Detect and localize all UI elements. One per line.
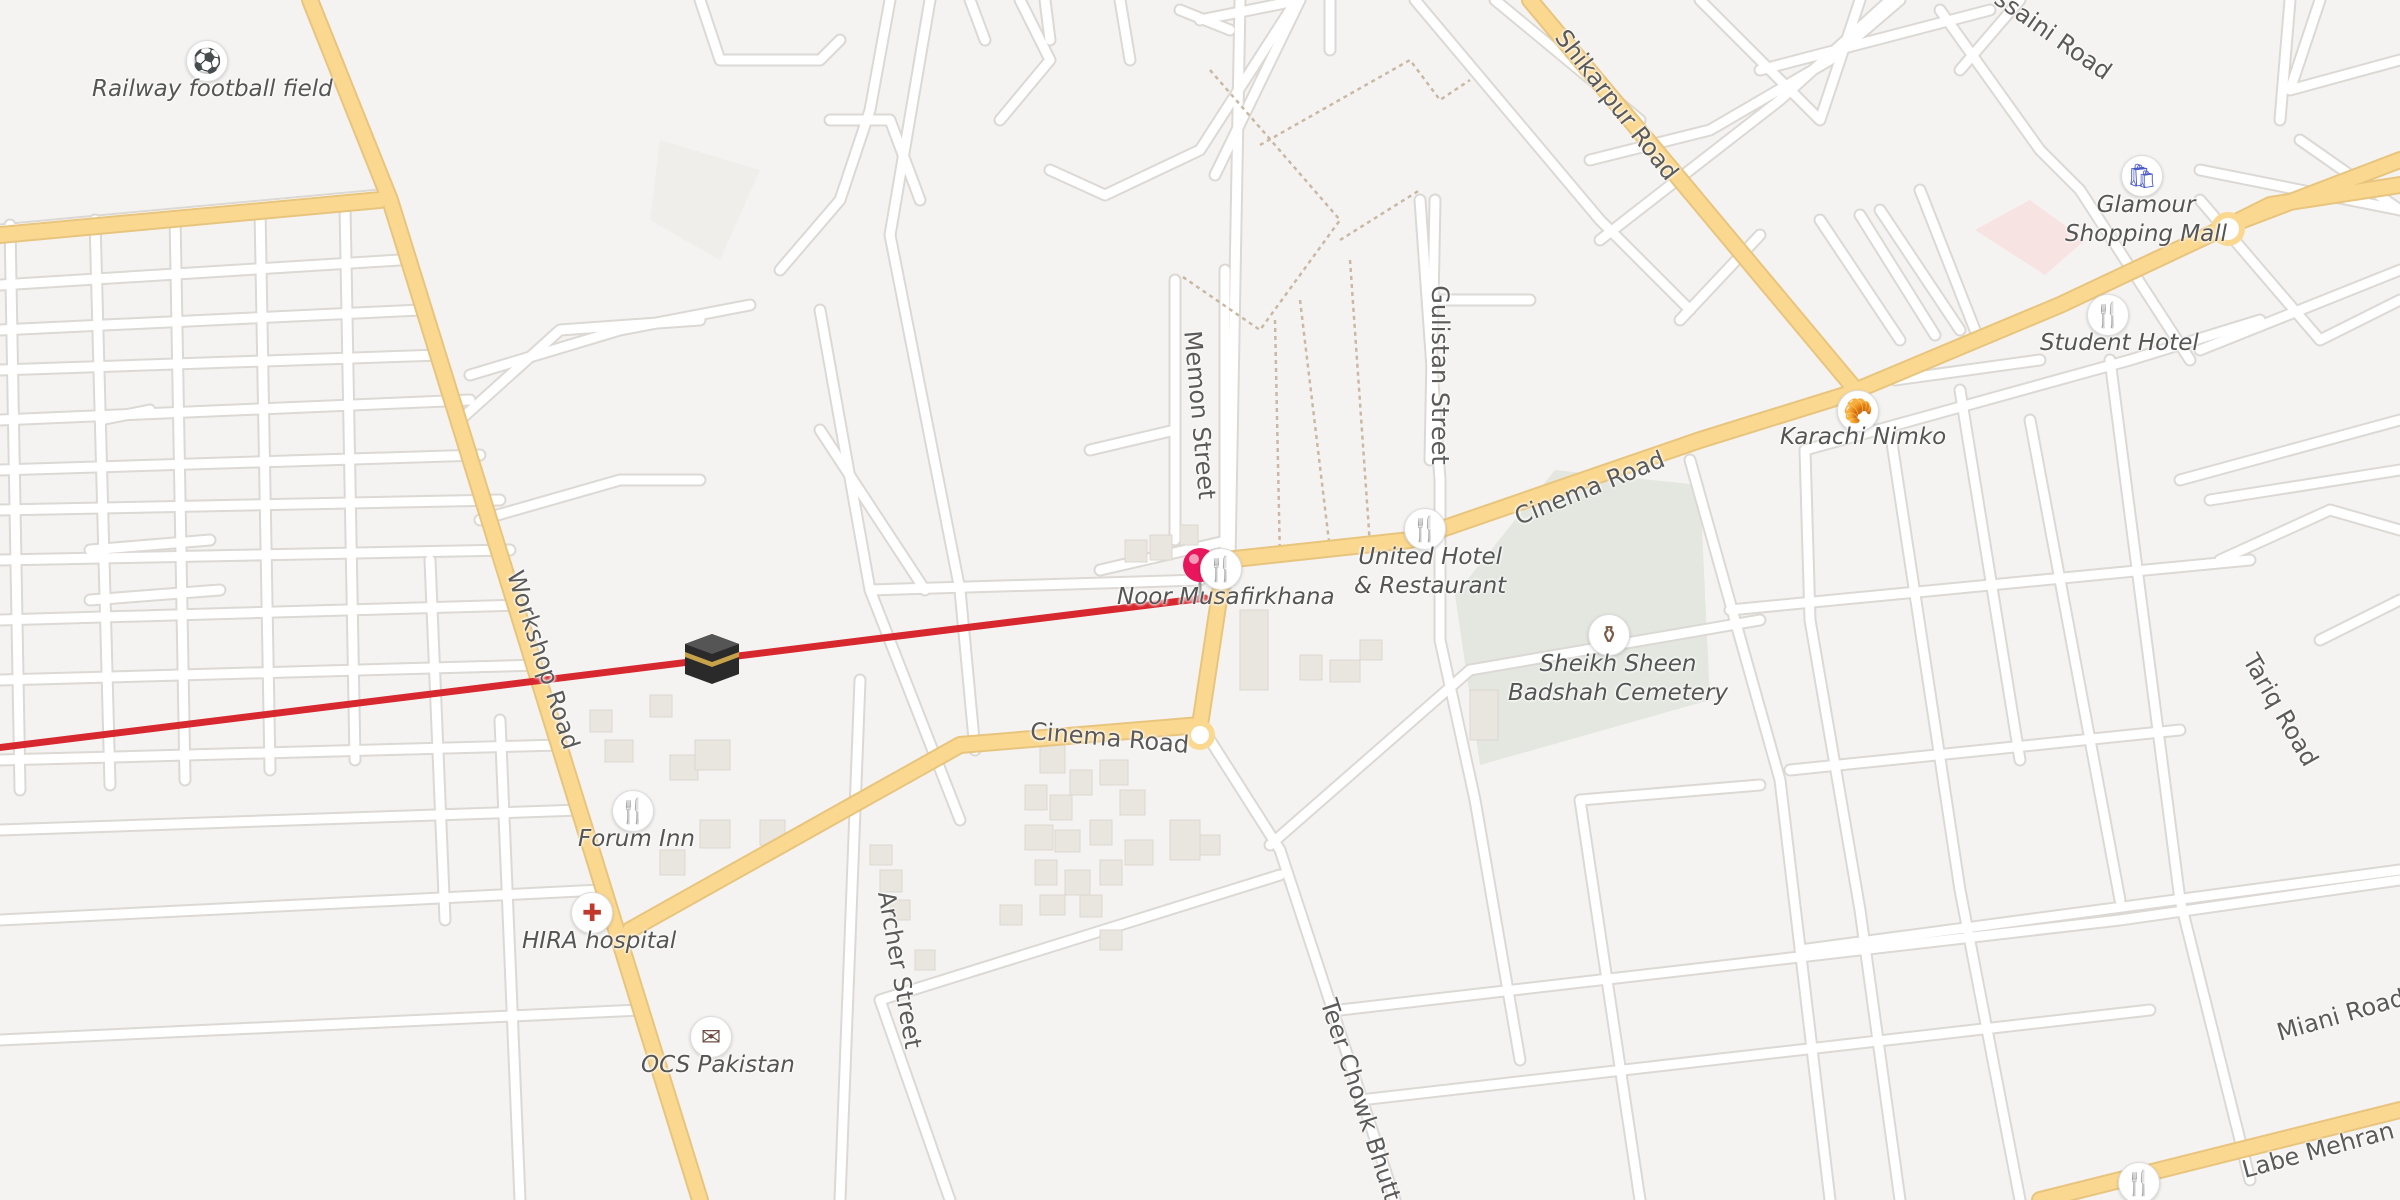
place-label-railway-football-field: Railway football field — [92, 76, 333, 102]
place-label-forum-inn: Forum Inn — [578, 826, 695, 852]
place-label-glamour-mall: Glamour Shopping Mall — [2065, 191, 2227, 249]
place-label-united-hotel: United Hotel & Restaurant — [1354, 543, 1506, 601]
place-label-line: Glamour Shopping Mall — [2065, 192, 2228, 247]
roundabout — [1185, 720, 1215, 750]
place-label-line: United Hotel & Restaurant — [1354, 544, 1507, 599]
place-label-hira-hospital: HIRA hospital — [522, 928, 677, 954]
map-canvas[interactable]: ⚽ 🛍 🍴 🥐 🍴 🍴 ⚱ 🍴 ✚ ✉ 🍴 Railway football f… — [0, 0, 2400, 1200]
place-label-student-hotel: Student Hotel — [2040, 330, 2199, 356]
restaurant-icon[interactable]: 🍴 — [2118, 1162, 2160, 1200]
place-label-noor-musafirkhana: Noor Musafirkhana — [1117, 584, 1335, 610]
road-label-gulistan-street: Gulistan Street — [1425, 285, 1454, 465]
place-label-karachi-nimko: Karachi Nimko — [1780, 424, 1947, 450]
place-label-ocs-pakistan: OCS Pakistan — [641, 1052, 795, 1078]
place-label-cemetery: Sheikh Sheen Badshah Cemetery — [1508, 650, 1728, 708]
light-block — [650, 140, 760, 260]
kaaba-icon[interactable] — [683, 632, 741, 686]
place-label-line: Sheikh Sheen Badshah Cemetery — [1508, 651, 1729, 706]
